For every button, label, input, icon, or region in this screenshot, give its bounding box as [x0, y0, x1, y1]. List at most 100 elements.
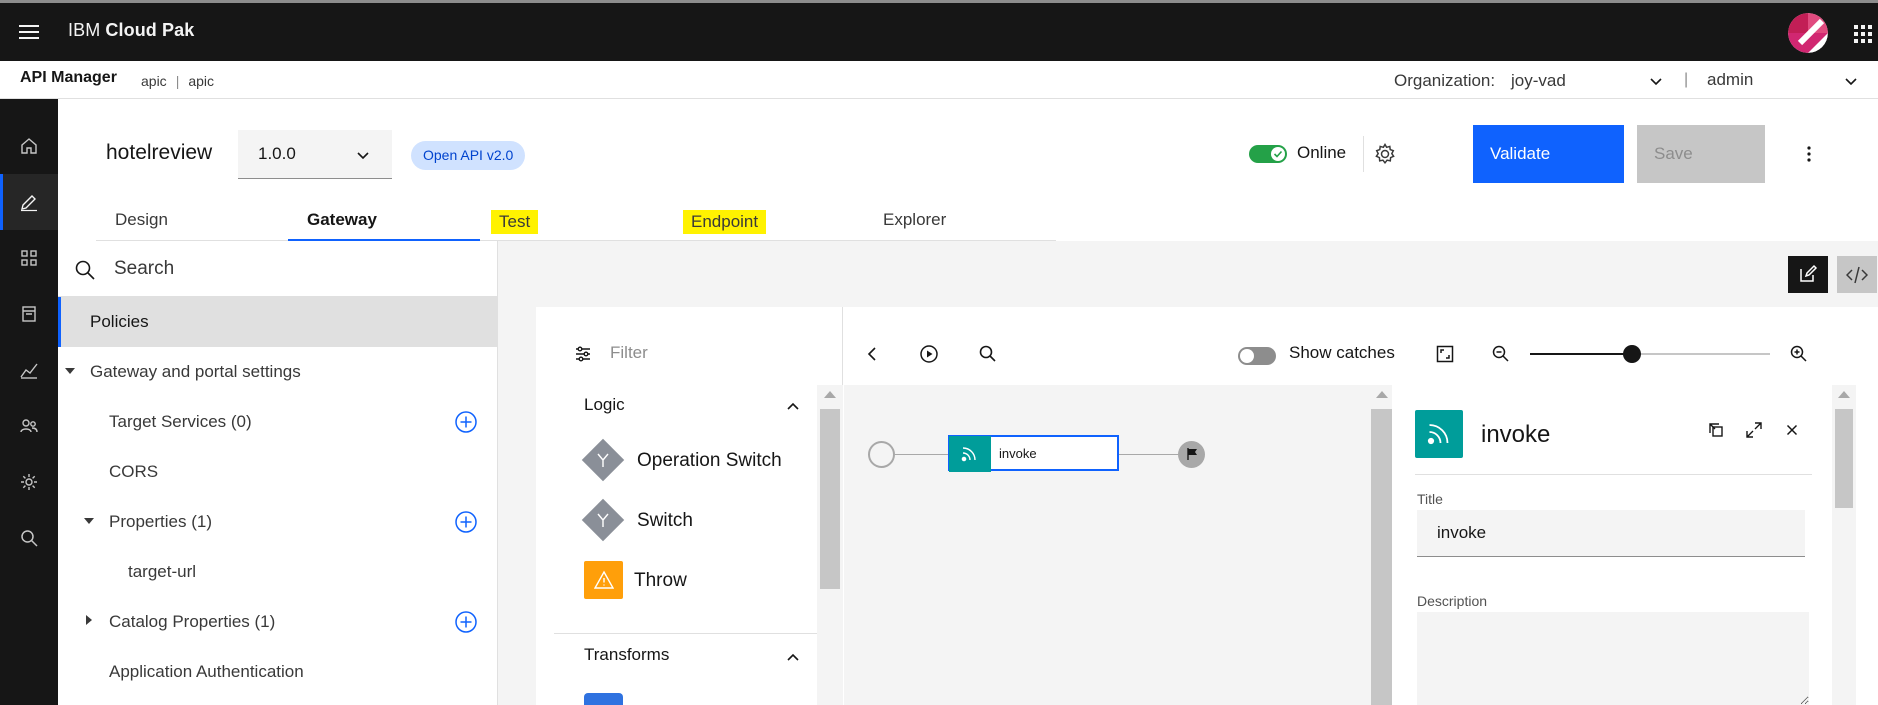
properties-scrollbar[interactable] — [1832, 385, 1856, 705]
invoke-node-label: invoke — [999, 446, 1037, 461]
gear-icon[interactable] — [1373, 142, 1397, 166]
chevron-down-icon — [357, 152, 369, 160]
breadcrumb-item[interactable]: apic — [188, 73, 214, 89]
nav-item-policies[interactable]: Policies — [58, 297, 498, 347]
play-icon[interactable] — [919, 344, 939, 364]
tab-explorer[interactable]: Explorer — [864, 199, 1056, 241]
scroll-thumb[interactable] — [1371, 409, 1392, 705]
tab-test[interactable]: Test — [480, 199, 672, 241]
palette-item-operation-switch[interactable]: Operation Switch — [637, 450, 782, 472]
filter-input[interactable]: Filter — [610, 343, 648, 363]
description-field[interactable] — [1417, 612, 1809, 705]
overflow-menu-icon[interactable] — [1805, 145, 1813, 163]
api-name: hotelreview — [106, 141, 213, 164]
nav-item-catalog-properties[interactable]: Catalog Properties (1) — [58, 597, 498, 647]
branch-icon — [597, 453, 609, 467]
nav-item-gateway-portal-settings[interactable]: Gateway and portal settings — [58, 347, 498, 397]
tab-endpoint[interactable]: Endpoint — [672, 199, 864, 241]
scroll-thumb[interactable] — [1835, 409, 1853, 508]
zoom-slider-handle[interactable] — [1623, 345, 1641, 363]
analytics-icon — [20, 363, 38, 379]
nav-item-properties[interactable]: Properties (1) — [58, 497, 498, 547]
rail-develop[interactable] — [0, 174, 58, 230]
show-catches-label: Show catches — [1289, 343, 1395, 362]
search-icon[interactable] — [978, 344, 998, 364]
rail-search[interactable] — [0, 510, 58, 566]
user-avatar[interactable] — [1788, 13, 1828, 53]
show-catches-toggle[interactable] — [1238, 347, 1276, 365]
scroll-up-arrow[interactable] — [824, 391, 836, 398]
fit-to-screen-icon[interactable] — [1435, 344, 1455, 364]
rss-icon — [1427, 424, 1449, 445]
search-icon — [75, 260, 95, 280]
add-icon[interactable] — [454, 510, 478, 534]
chevron-down-icon[interactable] — [1843, 73, 1859, 89]
palette-section-logic[interactable]: Logic — [584, 395, 625, 415]
flow-connector — [895, 454, 949, 455]
add-icon[interactable] — [454, 410, 478, 434]
caret-right-icon — [86, 615, 92, 625]
add-icon[interactable] — [454, 610, 478, 634]
zoom-out-icon[interactable] — [1491, 344, 1511, 364]
validate-button[interactable]: Validate — [1473, 125, 1624, 183]
flow-scrollbar[interactable] — [1371, 385, 1392, 705]
organization-select[interactable]: joy-vad — [1511, 71, 1566, 91]
nav-item-application-authentication[interactable]: Application Authentication — [58, 647, 498, 697]
invoke-policy-icon — [1415, 410, 1463, 458]
user-select[interactable]: admin — [1707, 70, 1753, 90]
properties-divider — [1415, 474, 1812, 475]
zoom-in-icon[interactable] — [1789, 344, 1809, 364]
transform-policy-icon[interactable] — [584, 693, 623, 705]
online-toggle[interactable] — [1249, 145, 1287, 163]
rail-members[interactable] — [0, 398, 58, 454]
warning-icon — [594, 570, 614, 589]
scroll-up-arrow[interactable] — [1838, 391, 1850, 398]
palette-scrollbar[interactable] — [817, 385, 843, 705]
tab-gateway[interactable]: Gateway — [288, 199, 480, 241]
caret-down-icon — [84, 518, 94, 524]
detach-icon[interactable] — [1706, 420, 1726, 440]
visual-editor-toggle[interactable] — [1788, 256, 1828, 293]
rail-apps[interactable] — [0, 230, 58, 286]
rail-settings[interactable] — [0, 454, 58, 510]
save-button[interactable]: Save — [1637, 125, 1765, 183]
throw-policy-icon[interactable] — [584, 561, 623, 599]
switch-policy-icon[interactable] — [581, 498, 625, 542]
product-name[interactable]: IBM Cloud Pak — [68, 20, 194, 41]
version-select[interactable]: 1.0.0 — [238, 130, 392, 179]
palette-item-throw[interactable]: Throw — [634, 570, 687, 592]
rail-home[interactable] — [0, 118, 58, 174]
nav-item-target-url[interactable]: target-url — [58, 547, 498, 597]
title-field[interactable] — [1417, 510, 1805, 557]
hamburger-menu-icon[interactable] — [18, 21, 40, 43]
source-editor-toggle[interactable] — [1837, 256, 1877, 293]
sub-header: API Manager apic | apic Organization: joy-… — [0, 61, 1878, 99]
chevron-left-icon[interactable] — [866, 346, 880, 362]
palette-item-switch[interactable]: Switch — [637, 510, 693, 532]
flow-canvas[interactable] — [844, 385, 1371, 705]
edit-icon — [1800, 264, 1818, 282]
close-icon[interactable] — [1784, 422, 1800, 438]
tab-design[interactable]: Design — [96, 199, 288, 241]
nav-item-cors[interactable]: CORS — [58, 447, 498, 497]
chevron-down-icon[interactable] — [1648, 73, 1664, 89]
chevron-up-icon[interactable] — [785, 651, 801, 663]
operation-switch-policy-icon[interactable] — [581, 438, 625, 482]
nav-item-target-services[interactable]: Target Services (0) — [58, 397, 498, 447]
rail-catalog[interactable] — [0, 286, 58, 342]
breadcrumb: apic | apic — [141, 73, 215, 89]
top-bar: IBM Cloud Pak — [0, 0, 1878, 61]
palette-section-transforms[interactable]: Transforms — [584, 645, 669, 665]
header-separator — [1363, 136, 1364, 172]
invoke-node-icon — [949, 436, 991, 472]
rail-analytics[interactable] — [0, 342, 58, 398]
gateway-nav-panel: Policies Gateway and portal settings Tar… — [58, 241, 498, 705]
scroll-thumb[interactable] — [820, 409, 840, 589]
scroll-up-arrow[interactable] — [1376, 391, 1388, 398]
maximize-icon[interactable] — [1744, 420, 1764, 440]
chevron-up-icon[interactable] — [785, 400, 801, 412]
app-switcher-icon[interactable] — [1853, 24, 1873, 44]
search-input[interactable] — [114, 255, 474, 283]
breadcrumb-item[interactable]: apic — [141, 73, 167, 89]
invoke-policy-node[interactable]: invoke — [948, 435, 1119, 472]
